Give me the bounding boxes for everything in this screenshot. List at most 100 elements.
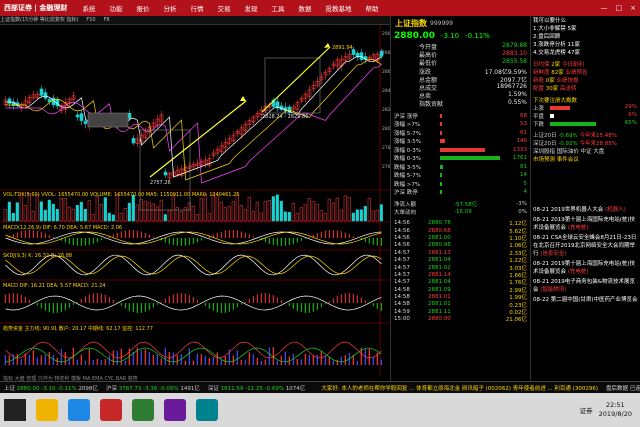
menu-item-tools[interactable]: 工具 — [264, 3, 291, 13]
sector-bar — [550, 122, 596, 126]
info-item-review[interactable]: 2.盘后回顾 — [531, 32, 640, 40]
distribution-row: 沪深 涨停 68 — [391, 112, 530, 121]
menu-item-function[interactable]: 功能 — [102, 3, 129, 13]
info-item-unlock[interactable]: 1.大小非解禁 5家 — [531, 24, 640, 32]
news-item[interactable]: 08-22 第二届中国(甘肃)中医药产业博览会 — [533, 296, 639, 304]
volume-bar — [107, 212, 111, 222]
clock[interactable]: 22:51 2019/8/20 — [599, 401, 632, 419]
menu-item-quote[interactable]: 报价 — [129, 3, 156, 13]
volume-bar — [175, 207, 179, 222]
volume-bar — [355, 209, 359, 222]
current-price: 2880.00 — [394, 31, 435, 41]
volume-bar — [31, 211, 35, 222]
securities-app-icon[interactable] — [100, 399, 122, 421]
menu-item-discover[interactable]: 发现 — [237, 3, 264, 13]
news-tag: (机器人) — [603, 207, 626, 213]
video-app-icon[interactable] — [164, 399, 186, 421]
volume-bar — [335, 197, 339, 222]
distribution-label: 沪深 跌停 — [394, 190, 418, 197]
browser-app-icon[interactable] — [68, 399, 90, 421]
volume-bar — [379, 204, 383, 222]
tick-time: 14:59 — [394, 308, 410, 315]
status-bar: 上证 2880.00 -3.10 -0.11% 2098亿 沪深 3787.73 … — [0, 381, 640, 393]
info-item-limit[interactable]: 3.涨跌停分析 11家 — [531, 40, 640, 48]
folder-app-icon[interactable] — [36, 399, 58, 421]
volume-bar — [119, 213, 123, 222]
ma-line-white — [5, 55, 382, 178]
menu-item-data[interactable]: 数据 — [291, 3, 318, 13]
news-item[interactable]: 08-21 2019世界机器人大会 (机器人) — [533, 206, 639, 214]
volume-bar — [43, 209, 47, 222]
kline-chart[interactable]: 2900 2880 2860 2840 2820 2800 2780 2760 2891.94… — [0, 25, 390, 380]
volume-bar — [179, 211, 183, 222]
distribution-row: 涨幅 0-3% 1333 — [391, 146, 530, 155]
distribution-bar — [440, 181, 442, 186]
chat-app-icon[interactable] — [132, 399, 154, 421]
info-stat-row: 新鲜度 82家 业绩预告 — [531, 68, 640, 76]
price-axis-tick: 2900 — [382, 31, 390, 37]
sector-pct: 65% — [624, 120, 637, 126]
volume-bar — [95, 196, 99, 222]
price-axis-tick: 2860 — [382, 69, 390, 75]
distribution-count: 5 — [523, 180, 528, 187]
tick-price: 2881.01 — [428, 301, 451, 308]
volume-bar — [115, 194, 119, 222]
volume-bar — [99, 204, 103, 222]
tick-price: 2880.68 — [428, 227, 451, 234]
quote-header: 上证指数 999999 — [391, 16, 530, 30]
minimize-button[interactable]: — — [601, 4, 608, 12]
volume-bar — [263, 201, 267, 222]
volume-bar — [51, 203, 55, 222]
sector-pct: 29% — [624, 104, 637, 110]
news-date: 08-21 — [533, 261, 551, 267]
tick-price: 2880.78 — [428, 220, 451, 227]
distribution-bar — [440, 164, 443, 169]
news-item[interactable]: 08-21 2019第十届上海国际充电站(桩)技术设备展览会 (充电桩) — [533, 260, 639, 276]
info-stat-extra: 高送转 — [560, 86, 577, 92]
volume-bar — [7, 201, 11, 222]
connection-status: 盘后数据 已连接 — [605, 385, 640, 392]
distribution-label: 跌幅 5-7% — [394, 173, 421, 180]
news-item[interactable]: 08-21 CSA全球云安全峰会8月21日-23日在北京召开2019北京网络安全… — [533, 234, 639, 258]
news-text: 第二届中国(甘肃)中医药产业博览会 — [550, 297, 638, 303]
quote-stat-label: 今开盘 — [419, 44, 438, 51]
status-index-amount: 1074亿 — [285, 385, 306, 392]
f8-button[interactable]: F8 — [104, 17, 110, 23]
close-button[interactable]: × — [630, 4, 636, 12]
volume-bar — [247, 196, 251, 222]
tray-app-label[interactable]: 证券 — [580, 405, 593, 415]
quote-stat-value: 2879.88 — [502, 42, 527, 49]
news-tag: (信息安全) — [538, 251, 567, 257]
news-item[interactable]: 08-21 2019第十届上海国际充电站(桩)技术设备展览会 (充电桩) — [533, 216, 639, 232]
menu-item-market[interactable]: 行情 — [183, 3, 210, 13]
distribution-count: 146 — [516, 138, 528, 145]
distribution-bar — [440, 139, 445, 144]
maximize-button[interactable]: □ — [616, 4, 623, 12]
status-index: 深证 1611.59 -11.25 -0.69% 1074亿 — [208, 386, 305, 392]
volume-bar — [207, 212, 211, 222]
info-item-dragon[interactable]: 4.交易龙虎榜 47家 — [531, 48, 640, 56]
volume-bar — [59, 197, 63, 222]
menu-item-system[interactable]: 系统 — [75, 3, 102, 13]
f10-button[interactable]: F10 — [86, 17, 95, 23]
sector-pct: 6% — [628, 112, 637, 118]
menu-item-education[interactable]: 投教基地 — [318, 3, 358, 13]
status-index-name: 上证 — [4, 385, 17, 392]
price-axis-tick: 2780 — [382, 145, 390, 151]
taskbar: 证券 22:51 2019/8/20 — [0, 393, 640, 427]
menu-item-analysis[interactable]: 分析 — [156, 3, 183, 13]
more-links[interactable]: 深圳股指 国际油价 中证 大盘 — [531, 147, 640, 155]
menu-item-trade[interactable]: 交易 — [210, 3, 237, 13]
menu-item-help[interactable]: 帮助 — [358, 3, 385, 13]
info-stat-row: 新股 0家 业绩快报 — [531, 76, 640, 84]
flow-label: 大单动向 — [394, 210, 417, 217]
volume-bar — [271, 196, 275, 222]
volume-bar — [135, 204, 139, 222]
sector-rows: 上涨 29% 平盘 6% 下跌 65% — [531, 104, 640, 128]
mail-app-icon[interactable] — [196, 399, 218, 421]
volume-bar — [275, 194, 279, 222]
news-item[interactable]: 08-21 2019电子商务包装&物流技术展览会 (智能物流) — [533, 278, 639, 294]
quote-stat-row: 今开盘 2879.88 — [391, 42, 530, 51]
start-button[interactable] — [4, 399, 26, 421]
title-bar: 西部证券 | 金融理财 系统 功能 报价 分析 行情 交易 发现 工具 数据 投… — [0, 0, 640, 16]
